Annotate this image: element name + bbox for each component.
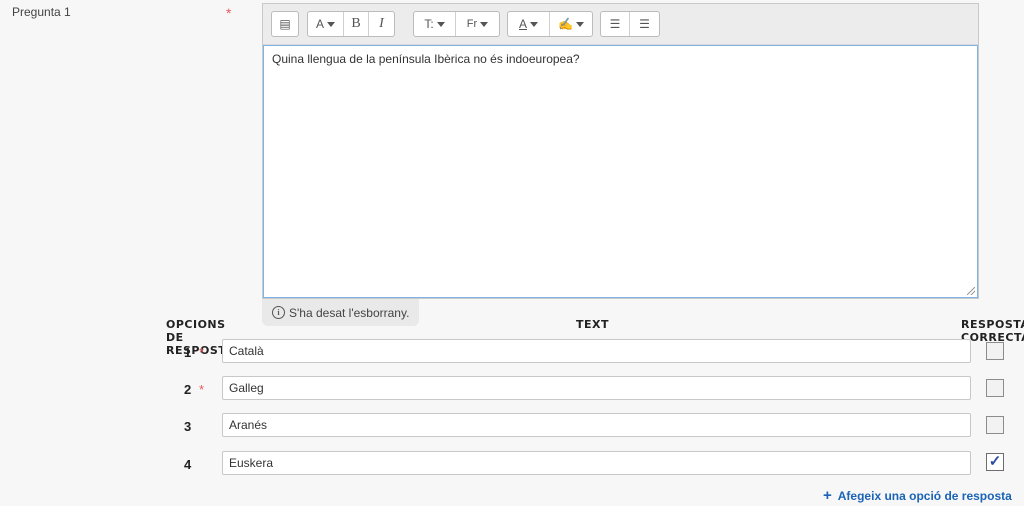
chevron-down-icon [530, 21, 538, 27]
toolbar-group-color: A ✍ [507, 11, 593, 37]
font-color-icon: A [518, 17, 527, 31]
chevron-down-icon [480, 21, 489, 27]
checkmark-icon: ✓ [988, 453, 1002, 470]
chevron-down-icon [327, 21, 335, 27]
info-icon: i [272, 306, 285, 319]
italic-button[interactable]: I [369, 12, 394, 36]
highlight-icon: ✍ [558, 17, 573, 31]
required-icon: * [199, 345, 205, 360]
editor-toolbar: ▤ A B I T: Fr A ✍ ☰ ☰ [263, 4, 978, 45]
font-size-button[interactable]: A [308, 12, 344, 36]
toolbar-group-text: A B I [307, 11, 395, 37]
chevron-down-icon [575, 21, 584, 27]
add-answer-option-label: Afegeix una opció de resposta [837, 488, 1012, 503]
draft-status-text: S'ha desat l'esborrany. [289, 305, 410, 320]
required-icon: * [226, 5, 232, 21]
question-text-area[interactable]: Quina llengua de la península Ibèrica no… [263, 45, 978, 298]
row-number: 4 [184, 457, 192, 472]
font-family-button[interactable]: Fr [456, 12, 499, 36]
numbered-list-icon[interactable]: ☰ [630, 12, 659, 36]
correct-answer-checkbox[interactable] [986, 342, 1004, 360]
resize-handle-icon[interactable] [967, 287, 975, 295]
required-icon: * [199, 382, 205, 397]
correct-answer-checkbox[interactable] [986, 416, 1004, 434]
answer-input[interactable]: Euskera [222, 451, 971, 475]
answer-input[interactable]: Català [222, 339, 971, 363]
font-size-icon: A [315, 17, 324, 31]
question-label: Pregunta 1 [12, 5, 71, 19]
chevron-down-icon [436, 21, 445, 27]
row-number: 2 [184, 382, 192, 397]
bold-button[interactable]: B [344, 12, 369, 36]
highlight-color-button[interactable]: ✍ [550, 12, 592, 36]
font-family-icon: Fr [466, 18, 478, 30]
correct-answer-checkbox[interactable] [986, 379, 1004, 397]
add-answer-option-link[interactable]: + Afegeix una opció de resposta [823, 487, 1012, 504]
row-number: 3 [184, 419, 192, 434]
header-text: TEXT [576, 318, 610, 331]
answer-input[interactable]: Aranés [222, 413, 971, 437]
draft-status: i S'ha desat l'esborrany. [262, 299, 420, 326]
plus-icon: + [823, 487, 832, 504]
paragraph-style-button[interactable]: T: [414, 12, 456, 36]
font-color-button[interactable]: A [508, 12, 550, 36]
answer-input[interactable]: Galleg [222, 376, 971, 400]
correct-answer-checkbox[interactable]: ✓ [986, 453, 1004, 471]
toolbar-group-lists: ☰ ☰ [600, 11, 660, 37]
row-number: 1 [184, 345, 192, 360]
paragraph-style-icon: T: [424, 17, 434, 31]
toolbar-group-collapse: ▤ [271, 11, 299, 37]
toolbar-group-format: T: Fr [413, 11, 500, 37]
header-answer-options: OPCIONS DE RESPOSTA [166, 318, 235, 357]
bullet-list-icon[interactable]: ☰ [601, 12, 630, 36]
rich-text-editor[interactable]: ▤ A B I T: Fr A ✍ ☰ ☰ Quina llengua de l… [262, 3, 979, 299]
collapse-toolbar-icon[interactable]: ▤ [272, 12, 298, 36]
